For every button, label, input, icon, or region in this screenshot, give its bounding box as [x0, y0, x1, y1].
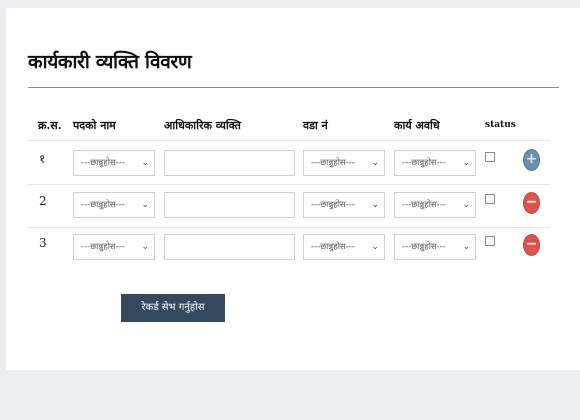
remove-row-button[interactable]: − [523, 234, 540, 256]
header-term: कार्य अवधि [394, 119, 440, 132]
chevron-down-icon: ⌄ [462, 200, 470, 210]
chevron-down-icon: ⌄ [462, 158, 470, 168]
row-divider [28, 227, 550, 228]
position-select[interactable]: ---छान्नुहोस--- ⌄ [73, 192, 155, 218]
save-record-button[interactable]: रेकर्ड सेभ गर्नुहोस [121, 294, 225, 322]
header-ward: वडा नं [303, 119, 328, 132]
header-sn: क्र.स. [38, 119, 62, 132]
select-value: ---छान्नुहोस--- [311, 158, 355, 168]
ward-select[interactable]: ---छान्नुहोस--- ⌄ [303, 234, 385, 260]
chevron-down-icon: ⌄ [371, 200, 379, 210]
page-title: कार्यकारी व्यक्ति विवरण [28, 51, 192, 73]
row-divider [28, 140, 550, 141]
chevron-down-icon: ⌄ [462, 242, 470, 252]
select-value: ---छान्नुहोस--- [81, 200, 125, 210]
ward-select[interactable]: ---छान्नुहोस--- ⌄ [303, 150, 385, 176]
chevron-down-icon: ⌄ [371, 158, 379, 168]
select-value: ---छान्नुहोस--- [402, 158, 446, 168]
remove-row-button[interactable]: − [523, 192, 540, 214]
chevron-down-icon: ⌄ [141, 200, 149, 210]
select-value: ---छान्नुहोस--- [81, 242, 125, 252]
position-select[interactable]: ---छान्नुहोस--- ⌄ [73, 150, 155, 176]
position-select[interactable]: ---छान्नुहोस--- ⌄ [73, 234, 155, 260]
term-select[interactable]: ---छान्नुहोस--- ⌄ [394, 234, 476, 260]
row-number: १ [39, 152, 46, 166]
form-card: कार्यकारी व्यक्ति विवरण क्र.स. पदको नाम … [6, 8, 580, 370]
title-divider [28, 87, 559, 88]
official-name-input[interactable] [164, 192, 295, 218]
row-number: 3 [39, 236, 47, 250]
chevron-down-icon: ⌄ [371, 242, 379, 252]
official-name-input[interactable] [164, 150, 295, 176]
select-value: ---छान्नुहोस--- [311, 200, 355, 210]
header-status: status [485, 120, 516, 130]
select-value: ---छान्नुहोस--- [402, 200, 446, 210]
row-number: 2 [39, 194, 47, 208]
chevron-down-icon: ⌄ [141, 242, 149, 252]
add-row-button[interactable]: + [523, 149, 540, 171]
select-value: ---छान्नुहोस--- [402, 242, 446, 252]
select-value: ---छान्नुहोस--- [81, 158, 125, 168]
header-official: आधिकारिक व्यक्ति [164, 119, 241, 132]
status-checkbox[interactable] [485, 152, 495, 162]
chevron-down-icon: ⌄ [141, 158, 149, 168]
term-select[interactable]: ---छान्नुहोस--- ⌄ [394, 150, 476, 176]
status-checkbox[interactable] [485, 236, 495, 246]
header-position: पदको नाम [73, 119, 116, 132]
official-name-input[interactable] [164, 234, 295, 260]
status-checkbox[interactable] [485, 194, 495, 204]
row-divider [28, 184, 550, 185]
term-select[interactable]: ---छान्नुहोस--- ⌄ [394, 192, 476, 218]
select-value: ---छान्नुहोस--- [311, 242, 355, 252]
ward-select[interactable]: ---छान्नुहोस--- ⌄ [303, 192, 385, 218]
